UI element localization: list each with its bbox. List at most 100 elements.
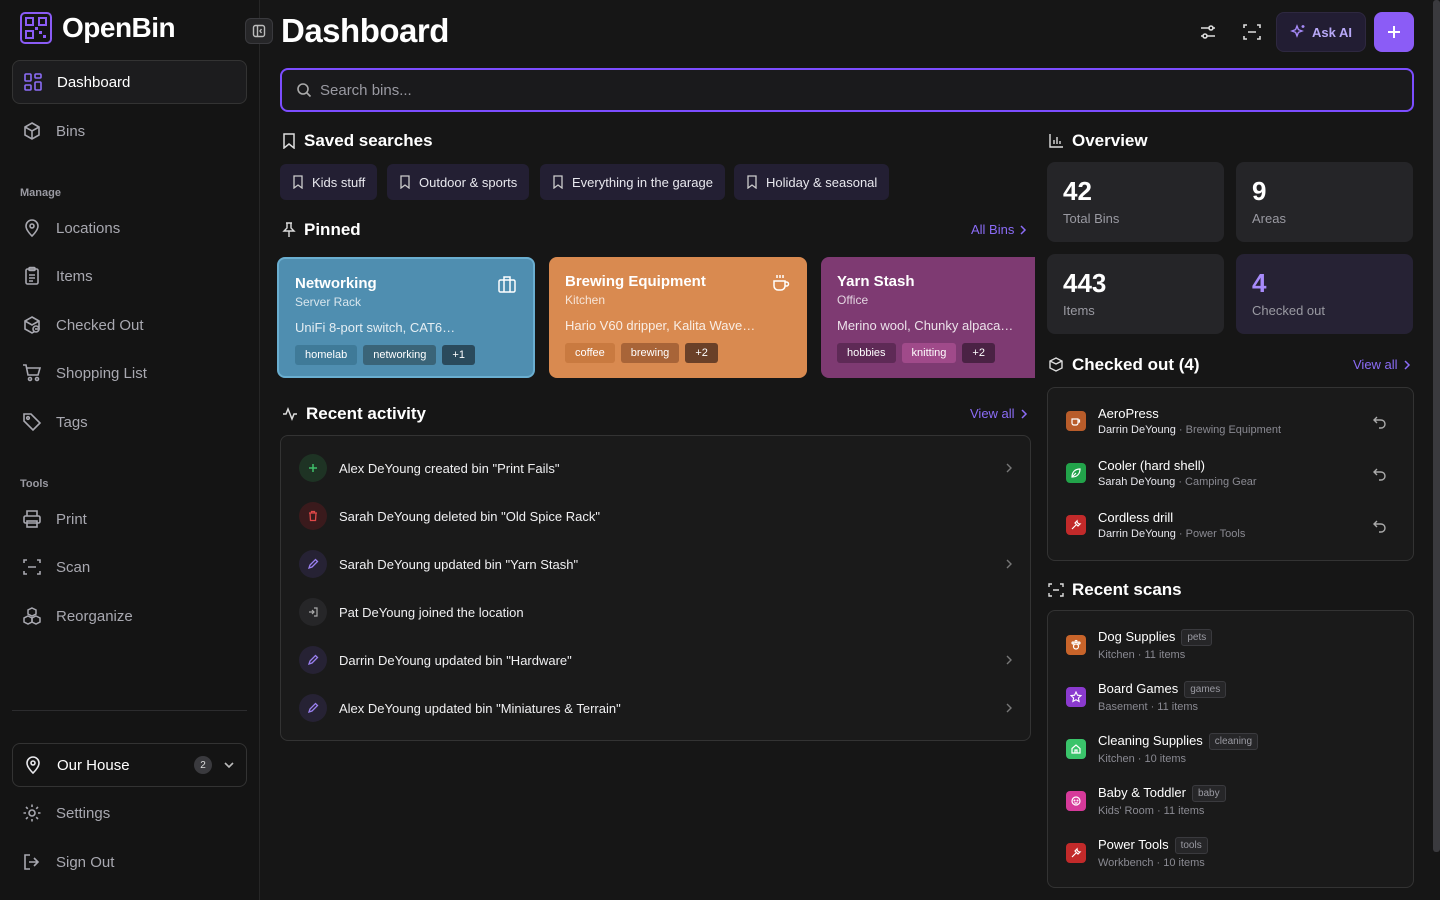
checked-out-heading: Checked out (4)	[1048, 355, 1200, 375]
sidebar-item-locations[interactable]: Locations	[12, 206, 247, 250]
chevron-right-icon	[1004, 654, 1014, 666]
stat-label: Items	[1063, 303, 1095, 318]
tag-more-pill[interactable]: +2	[962, 343, 995, 363]
activity-text: Alex DeYoung created bin "Print Fails"	[339, 460, 560, 476]
sidebar-item-reorganize[interactable]: Reorganize	[12, 594, 247, 638]
filter-button[interactable]	[1190, 14, 1226, 50]
sidebar-item-shopping-list[interactable]: Shopping List	[12, 351, 247, 395]
saved-search-chip[interactable]: Everything in the garage	[540, 164, 725, 200]
tag-more-pill[interactable]: +1	[442, 345, 475, 365]
overview-heading: Overview	[1048, 131, 1148, 151]
pinned-bin-card[interactable]: Networking Server Rack UniFi 8-port swit…	[277, 257, 535, 378]
recent-scan-item[interactable]: Baby & Toddler baby Kids' Room · 11 items	[1066, 785, 1396, 817]
user-name: Darrin DeYoung	[1098, 424, 1176, 436]
chevron-down-icon	[222, 758, 236, 772]
sidebar-item-items[interactable]: Items	[12, 254, 247, 298]
all-bins-link[interactable]: All Bins	[971, 222, 1028, 237]
return-icon[interactable]	[1372, 466, 1388, 482]
return-icon[interactable]	[1372, 518, 1388, 534]
sidebar-item-label: Reorganize	[56, 607, 133, 625]
sidebar-divider	[12, 710, 247, 711]
bin-name: Dog Supplies	[1098, 629, 1176, 644]
bin-name: · Camping Gear	[1175, 476, 1257, 488]
chip-label: Holiday & seasonal	[766, 174, 878, 190]
user-name: Sarah DeYoung	[1098, 476, 1176, 488]
sidebar-item-label: Checked Out	[56, 316, 144, 334]
pencil-icon	[299, 550, 327, 578]
ask-ai-button[interactable]: Ask AI	[1276, 12, 1366, 52]
tag-pill[interactable]: homelab	[295, 345, 358, 365]
scan-button[interactable]	[1234, 14, 1270, 50]
checked-out-item[interactable]: AeroPress Darrin DeYoung · Brewing Equip…	[1066, 406, 1396, 436]
sidebar-item-sign-out[interactable]: Sign Out	[12, 840, 247, 884]
bin-name: · Brewing Equipment	[1175, 424, 1282, 436]
recent-scans-heading: Recent scans	[1048, 580, 1182, 600]
sidebar-item-tags[interactable]: Tags	[12, 400, 247, 444]
activity-item[interactable]: Alex DeYoung updated bin "Miniatures & T…	[299, 694, 1014, 722]
tag-pill[interactable]: networking	[363, 345, 437, 365]
recent-scan-item[interactable]: Power Tools tools Workbench · 10 items	[1066, 837, 1396, 869]
item-subtitle: Sarah DeYoung · Camping Gear	[1098, 476, 1257, 488]
clipboard-icon	[22, 266, 42, 286]
server-icon	[497, 275, 517, 295]
location-name: Our House	[57, 756, 130, 774]
printer-icon	[22, 509, 42, 529]
stat-total-bins[interactable]: 42 Total Bins	[1047, 162, 1224, 242]
stat-label: Checked out	[1252, 303, 1325, 318]
bin-subtitle: Workbench · 10 items	[1098, 857, 1205, 869]
location-selector[interactable]: Our House 2	[12, 743, 247, 787]
bin-items: UniFi 8-port switch, CAT6…	[295, 320, 456, 335]
bin-name: Brewing Equipment	[565, 273, 706, 290]
add-bin-button[interactable]	[1374, 12, 1414, 52]
checked-out-item[interactable]: Cooler (hard shell) Sarah DeYoung · Camp…	[1066, 458, 1396, 488]
stat-areas[interactable]: 9 Areas	[1236, 162, 1413, 242]
link-label: All Bins	[971, 222, 1015, 237]
search-bar[interactable]	[280, 68, 1414, 112]
tag-pill[interactable]: coffee	[565, 343, 615, 363]
bin-items: Merino wool, Chunky alpaca…	[837, 318, 1014, 333]
page-scrollbar[interactable]	[1433, 0, 1440, 852]
tag-pill[interactable]: hobbies	[837, 343, 896, 363]
sidebar-item-scan[interactable]: Scan	[12, 545, 247, 589]
activity-item[interactable]: Alex DeYoung created bin "Print Fails"	[299, 454, 1014, 482]
app-logo[interactable]: OpenBin	[20, 12, 176, 44]
saved-search-chip[interactable]: Kids stuff	[280, 164, 378, 200]
sidebar-item-bins[interactable]: Bins	[12, 109, 247, 153]
cart-icon	[22, 363, 42, 383]
tag-pill[interactable]: knitting	[901, 343, 957, 363]
bin-name: Networking	[295, 275, 377, 292]
recent-scan-item[interactable]: Board Games games Basement · 11 items	[1066, 681, 1396, 713]
saved-search-chip[interactable]: Holiday & seasonal	[734, 164, 890, 200]
bookmark-icon	[399, 175, 411, 189]
return-icon[interactable]	[1372, 414, 1388, 430]
pinned-bin-card[interactable]: Brewing Equipment Kitchen Hario V60 drip…	[549, 257, 807, 378]
saved-search-chip[interactable]: Outdoor & sports	[387, 164, 530, 200]
activity-text: Darrin DeYoung updated bin "Hardware"	[339, 652, 572, 668]
checked-out-item[interactable]: Cordless drill Darrin DeYoung · Power To…	[1066, 510, 1396, 540]
leaf-icon	[1066, 463, 1086, 483]
recent-scan-item[interactable]: Dog Supplies pets Kitchen · 11 items	[1066, 629, 1396, 661]
stat-items[interactable]: 443 Items	[1047, 254, 1224, 334]
tag-more-pill[interactable]: +2	[685, 343, 718, 363]
search-input[interactable]	[320, 81, 1320, 99]
pinned-bin-card[interactable]: Yarn Stash Office Merino wool, Chunky al…	[821, 257, 1035, 378]
recent-scan-item[interactable]: Cleaning Supplies cleaning Kitchen · 10 i…	[1066, 733, 1396, 765]
activity-view-all-link[interactable]: View all	[970, 406, 1029, 421]
tag-pill[interactable]: brewing	[620, 343, 680, 363]
sidebar-item-dashboard[interactable]: Dashboard	[12, 60, 247, 104]
bin-subtitle: Basement · 11 items	[1098, 701, 1199, 713]
sidebar-item-settings[interactable]: Settings	[12, 791, 247, 835]
ask-ai-label: Ask AI	[1312, 24, 1352, 40]
activity-item[interactable]: Sarah DeYoung updated bin "Yarn Stash"	[299, 550, 1014, 578]
section-title: Saved searches	[304, 131, 433, 150]
section-title: Checked out (4)	[1072, 355, 1200, 374]
checked-out-view-all-link[interactable]: View all	[1353, 357, 1412, 372]
sidebar-item-checked-out[interactable]: Checked Out	[12, 303, 247, 347]
sidebar-item-print[interactable]: Print	[12, 497, 247, 541]
collapse-sidebar-button[interactable]	[245, 18, 273, 44]
tag-icon	[22, 412, 42, 432]
log-out-icon	[22, 852, 42, 872]
stat-checked-out[interactable]: 4 Checked out	[1236, 254, 1413, 334]
chip-label: Everything in the garage	[572, 174, 713, 190]
activity-item[interactable]: Darrin DeYoung updated bin "Hardware"	[299, 646, 1014, 674]
